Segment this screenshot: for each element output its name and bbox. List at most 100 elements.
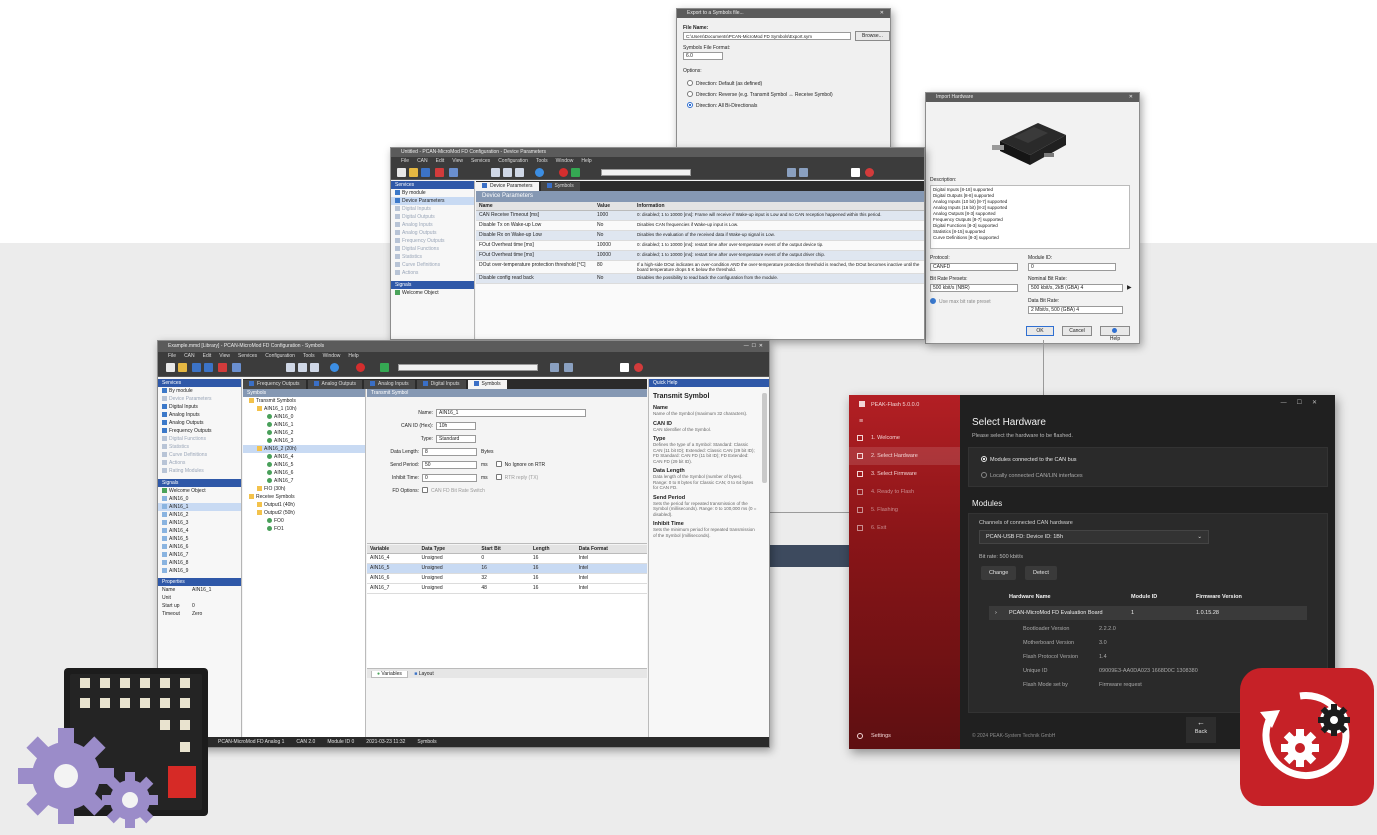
menu-edit[interactable]: Edit	[436, 158, 445, 164]
protocol-select[interactable]: CANFD	[930, 263, 1018, 271]
variable-item[interactable]: AIN16_0	[243, 413, 365, 421]
menu-can[interactable]: CAN	[417, 158, 428, 164]
table-row[interactable]: Disable Rx on Wake-up Low No Disables the …	[476, 230, 924, 241]
inhibit-time-field[interactable]: 0	[422, 474, 477, 482]
menu-window[interactable]: Window	[323, 353, 341, 359]
format-field[interactable]: 6.0	[683, 52, 723, 60]
direction-reverse-radio[interactable]: Direction: Reverse (e.g. Transmit Symbol…	[687, 91, 833, 98]
symbol-item[interactable]: AIN16_2 (20h)	[243, 445, 365, 453]
tree-item[interactable]: Digital Functions	[158, 435, 241, 443]
nominal-bitrate-select[interactable]: 500 kbit/s, 2kB (GBA) 4	[1028, 284, 1123, 292]
menu-edit[interactable]: Edit	[203, 353, 212, 359]
tab-variables[interactable]: ● Variables	[371, 671, 408, 678]
tree-item[interactable]: Curve Definitions	[158, 451, 241, 459]
help-icon[interactable]	[535, 168, 544, 177]
tab-symbols[interactable]: Symbols	[540, 182, 580, 191]
grid-icon[interactable]	[503, 168, 512, 177]
signal-item[interactable]: AIN16_2	[158, 511, 241, 519]
record-icon[interactable]	[559, 168, 568, 177]
type-select[interactable]: Standard	[436, 435, 476, 443]
menu-window[interactable]: Window	[556, 158, 574, 164]
close-icon[interactable]: ✕	[880, 9, 884, 18]
symbol-item[interactable]: Output1 (40h)	[243, 501, 365, 509]
tree-item[interactable]: Analog Inputs	[391, 221, 474, 229]
tab-analog-inputs[interactable]: Analog Inputs	[364, 380, 415, 389]
play-icon[interactable]	[571, 168, 580, 177]
save-all-icon[interactable]	[204, 363, 213, 372]
help-icon[interactable]	[330, 363, 339, 372]
bar-chart-icon[interactable]	[564, 363, 573, 372]
menu-file[interactable]: File	[401, 158, 409, 164]
browse-button[interactable]: Browse...	[855, 31, 890, 41]
menu-help[interactable]: Help	[348, 353, 358, 359]
nav-ready-to-flash[interactable]: 4. Ready to Flash	[849, 483, 960, 501]
tree-item[interactable]: Frequency Outputs	[391, 237, 474, 245]
signal-item[interactable]: AIN16_0	[158, 495, 241, 503]
detect-button[interactable]: Detect	[1025, 566, 1057, 580]
menu-can[interactable]: CAN	[184, 353, 195, 359]
menu-services[interactable]: Services	[471, 158, 490, 164]
tree-item[interactable]: Device Parameters	[391, 197, 474, 205]
signal-item[interactable]: AIN16_3	[158, 519, 241, 527]
hamburger-icon[interactable]: ≡	[849, 415, 960, 429]
quick-help-scrollbar[interactable]	[762, 393, 767, 483]
toolbar-search-field[interactable]	[601, 169, 691, 176]
bar-chart-icon[interactable]	[799, 168, 808, 177]
menu-view[interactable]: View	[452, 158, 463, 164]
table-row[interactable]: AIN16_6 Unsigned 32 16 Intel	[367, 573, 647, 584]
tree-item[interactable]: Digital Inputs	[158, 403, 241, 411]
nav-exit[interactable]: 6. Exit	[849, 519, 960, 537]
tab-device-parameters[interactable]: Device Parameters	[476, 182, 539, 191]
symbol-item[interactable]: Output2 (50h)	[243, 509, 365, 517]
hardware-row[interactable]: › PCAN-MicroMod FD Evaluation Board 1 1.0.…	[989, 606, 1307, 620]
signal-item[interactable]: Welcome Object	[158, 487, 241, 495]
property-row[interactable]: Unit	[158, 594, 241, 602]
tree-item[interactable]: Statistics	[158, 443, 241, 451]
bitrate-switch-checkbox[interactable]: CAN FD Bit Rate Switch	[422, 487, 485, 494]
property-row[interactable]: Start up 0	[158, 602, 241, 610]
nav-welcome[interactable]: 1. Welcome	[849, 429, 960, 447]
direction-bidirectional-radio[interactable]: Direction: All Bi-Directionals	[687, 102, 757, 109]
table-row[interactable]: Disable Tx on Wake-up Low No Disables CAN …	[476, 220, 924, 231]
nav-settings[interactable]: Settings	[849, 727, 960, 745]
tree-item[interactable]: Actions	[391, 269, 474, 277]
next-arrow-icon[interactable]: ▶	[1127, 284, 1132, 291]
menu-services[interactable]: Services	[238, 353, 257, 359]
ok-button[interactable]: OK	[1026, 326, 1054, 336]
help-button[interactable]: Help	[1100, 326, 1130, 342]
tab-layout[interactable]: ■ Layout	[409, 671, 438, 677]
option-can-bus-radio[interactable]: Modules connected to the CAN bus	[981, 456, 1077, 463]
open-folder-icon[interactable]	[409, 168, 418, 177]
tree-item[interactable]: Analog Outputs	[391, 229, 474, 237]
table-row[interactable]: AIN16_4 Unsigned 0 16 Intel	[367, 553, 647, 564]
table-row[interactable]: FOut Overheat time [ms] 10000 0: disabled;…	[476, 250, 924, 261]
variable-item[interactable]: AIN16_4	[243, 453, 365, 461]
delete-icon[interactable]	[435, 168, 444, 177]
variable-item[interactable]: AIN16_5	[243, 461, 365, 469]
variable-item[interactable]: AIN16_7	[243, 477, 365, 485]
save-icon[interactable]	[192, 363, 201, 372]
back-button[interactable]: ← Back	[1186, 717, 1216, 743]
stop-icon[interactable]	[634, 363, 643, 372]
nav-select-firmware[interactable]: 3. Select Firmware	[849, 465, 960, 483]
variable-item[interactable]: FO1	[243, 525, 365, 533]
new-file-icon[interactable]	[397, 168, 406, 177]
tab-analog-outputs[interactable]: Analog Outputs	[307, 380, 362, 389]
data-bitrate-select[interactable]: 2 Mbit/s, 500 (GBA) 4	[1028, 306, 1123, 314]
save-icon[interactable]	[421, 168, 430, 177]
symbol-group[interactable]: Receive Symbols	[243, 493, 365, 501]
pencil-icon[interactable]	[620, 363, 629, 372]
open-folder-icon[interactable]	[178, 363, 187, 372]
channel-select[interactable]: PCAN-USB FD: Device ID: 1Bh ⌄	[979, 530, 1209, 544]
variable-item[interactable]: AIN16_2	[243, 429, 365, 437]
tree-item[interactable]: Curve Definitions	[391, 261, 474, 269]
table-row[interactable]: AIN16_7 Unsigned 48 16 Intel	[367, 583, 647, 594]
window-controls[interactable]: — ☐ ✕	[744, 341, 763, 352]
signal-item[interactable]: AIN16_4	[158, 527, 241, 535]
menu-file[interactable]: File	[168, 353, 176, 359]
menu-help[interactable]: Help	[581, 158, 591, 164]
list-icon[interactable]	[286, 363, 295, 372]
window-controls[interactable]: —☐✕	[1281, 399, 1327, 406]
variable-item[interactable]: AIN16_3	[243, 437, 365, 445]
record-icon[interactable]	[356, 363, 365, 372]
